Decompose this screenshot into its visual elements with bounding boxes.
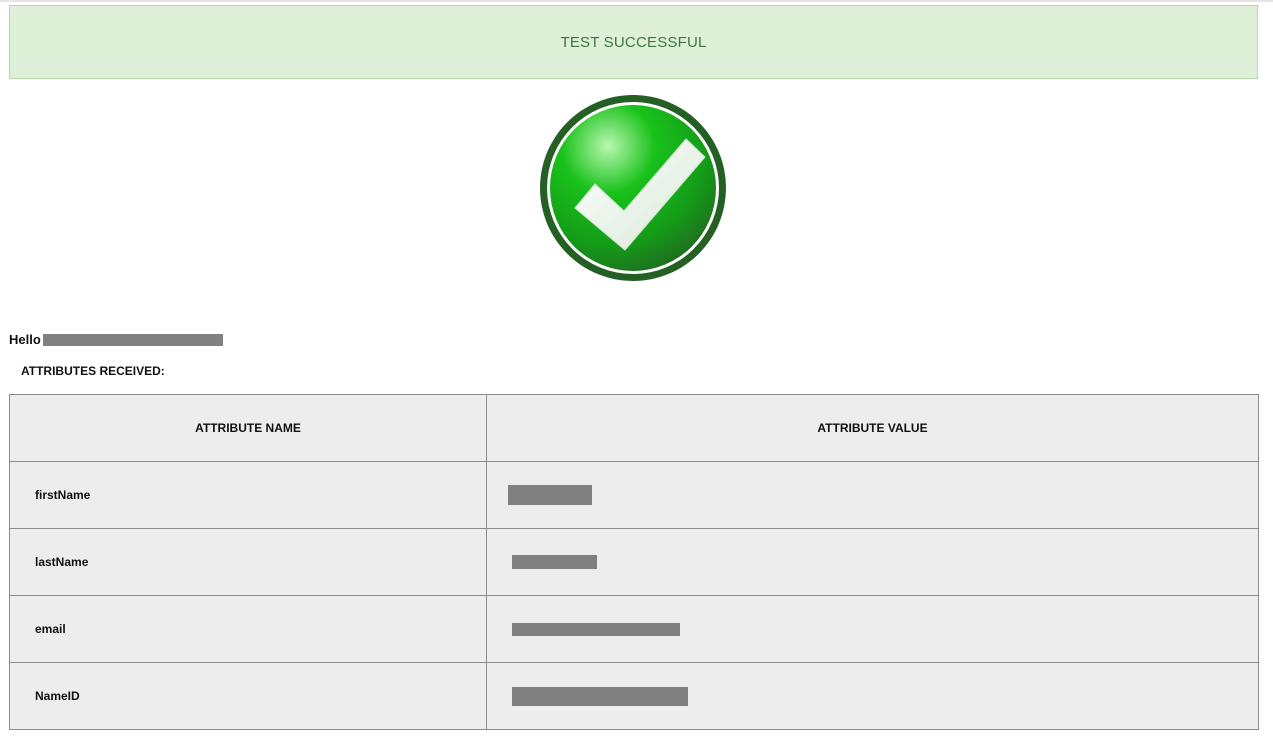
greeting-label: Hello [9, 332, 41, 347]
greeting: Hello [9, 332, 223, 347]
check-circle-icon [539, 94, 727, 282]
attribute-name: email [9, 595, 487, 663]
attribute-value [486, 528, 1259, 596]
table-header-row: ATTRIBUTE NAME ATTRIBUTE VALUE [9, 394, 1259, 462]
redacted-value [512, 555, 597, 570]
top-divider [0, 0, 1273, 2]
attribute-name: lastName [9, 528, 487, 596]
attribute-name: firstName [9, 461, 487, 529]
banner-text: TEST SUCCESSFUL [560, 33, 707, 51]
redacted-value [508, 485, 592, 505]
table-row: firstName [9, 461, 1259, 529]
attribute-name: NameID [9, 662, 487, 730]
table-row: lastName [9, 528, 1259, 596]
attribute-value [486, 461, 1259, 529]
redacted-value [512, 623, 680, 637]
attribute-value [486, 595, 1259, 663]
redacted-value [512, 686, 688, 706]
column-header-attribute-value: ATTRIBUTE VALUE [486, 394, 1259, 462]
attributes-table: ATTRIBUTE NAME ATTRIBUTE VALUE firstName… [9, 394, 1259, 730]
redacted-user-email [42, 333, 223, 346]
table-row: NameID [9, 662, 1259, 730]
table-row: email [9, 595, 1259, 663]
attribute-value [486, 662, 1259, 730]
attributes-heading: ATTRIBUTES RECEIVED: [21, 364, 165, 378]
column-header-attribute-name: ATTRIBUTE NAME [9, 394, 487, 462]
success-banner: TEST SUCCESSFUL [9, 5, 1258, 79]
